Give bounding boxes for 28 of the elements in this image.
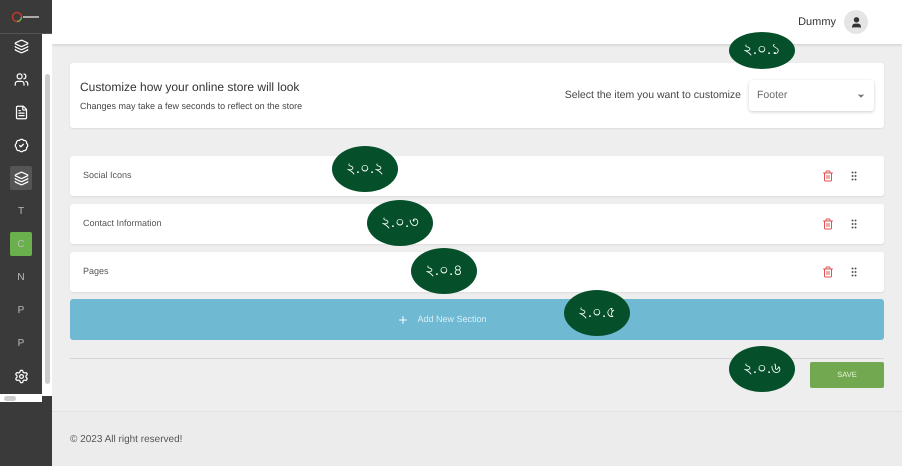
sidebar-item[interactable]: T: [10, 199, 32, 223]
section-name: Social Icons: [83, 169, 132, 182]
sidebar-item[interactable]: P: [10, 331, 32, 355]
settings-icon: [14, 368, 28, 384]
select-label: Select the item you want to customize: [564, 88, 741, 103]
user-icon: [850, 16, 862, 28]
delete-icon[interactable]: [822, 218, 834, 230]
delete-icon[interactable]: [822, 266, 834, 278]
number-badge: ২.০.৬: [729, 346, 795, 392]
plus-icon: [397, 314, 410, 326]
card-subtitle: Changes may take a few seconds to reflect on the store: [80, 100, 302, 113]
delete-icon[interactable]: [822, 170, 834, 182]
sidebar-item[interactable]: N: [10, 265, 32, 289]
copyright-text: © 2023 All right reserved!: [70, 432, 182, 446]
layers-icon: [14, 170, 28, 186]
user-name: Dummy: [798, 14, 836, 30]
sidebar-item[interactable]: P: [10, 298, 32, 322]
avatar-button[interactable]: [844, 10, 868, 34]
logo-icon: [11, 10, 41, 22]
users-icon: [14, 72, 28, 86]
document-icon: [14, 104, 28, 120]
section-name: Contact Information: [83, 217, 162, 230]
layers-icon: [14, 38, 28, 54]
badge-check-icon: [14, 138, 28, 152]
item-select[interactable]: Footer: [749, 80, 874, 111]
section-name: Pages: [83, 265, 109, 278]
sidebar-item[interactable]: [10, 166, 32, 190]
card-title: Customize how your online store will look: [80, 78, 300, 96]
